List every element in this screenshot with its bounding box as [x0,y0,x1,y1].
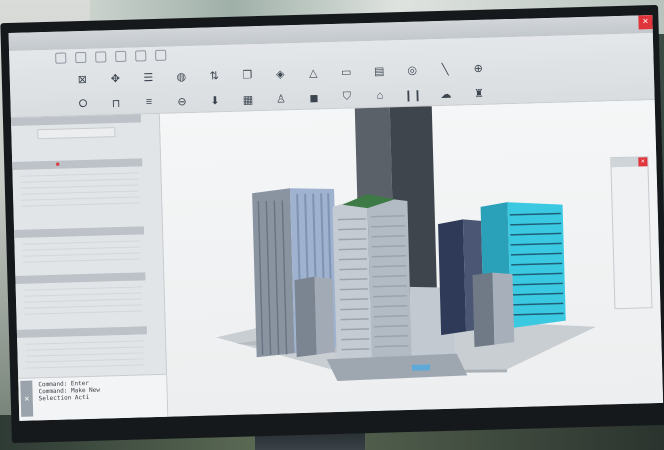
search-icon[interactable] [155,49,167,61]
panel-section-header[interactable] [16,326,148,338]
redo-icon[interactable] [115,50,127,63]
palette-item[interactable] [616,169,644,170]
central-building [332,196,373,369]
command-history: Command: Enter Command: Make New Selecti… [38,380,100,403]
palette-item[interactable] [616,169,644,170]
city-model [216,103,596,381]
globe-icon[interactable]: ⊖ [165,93,198,110]
ribbon-command[interactable] [524,65,561,79]
quick-access-toolbar [55,49,167,64]
grid-icon[interactable]: ▦ [231,91,264,108]
select-icon[interactable]: ⊠ [66,71,99,88]
undo-icon[interactable] [95,51,107,63]
palette-item[interactable] [616,169,644,170]
stack-icon[interactable]: ☰ [132,69,165,86]
ribbon-command[interactable] [598,62,654,77]
cloud-icon[interactable]: ☁ [429,85,462,102]
command-line[interactable]: × Command: Enter Command: Make New Selec… [18,373,168,421]
panel-section-header[interactable] [15,272,146,284]
tower-icon[interactable]: ♜ [462,84,495,101]
palette-item[interactable] [616,169,644,170]
palette-item[interactable] [616,169,644,170]
main-menu [59,33,155,36]
3d-viewport[interactable]: × [159,100,664,417]
ribbon-command[interactable] [561,83,598,97]
palette-list [612,166,648,173]
ribbon-command[interactable] [560,45,597,59]
ribbon-command[interactable] [598,82,654,97]
arrow-down-icon[interactable]: ⬇ [198,92,231,109]
tool-row-1: ⊠ ✥ ☰ ◍ ⇅ ❐ ◈ △ ▭ ▤ ◎ ╲ ⊕ [66,59,495,87]
circle-icon[interactable]: ◎ [396,61,429,78]
print-icon[interactable] [135,50,147,62]
ribbon-command[interactable] [561,64,598,78]
split-icon[interactable]: ≡ [132,94,165,111]
screen: × ⊠ ✥ ☰ ◍ ⇅ ❐ ◈ △ ▭ ▤ ◎ ╲ ⊕ ⭘ ⊓ ≡ ⊖ ⬇ ▦ … [8,15,664,421]
palette-item[interactable] [616,169,644,170]
layers-icon[interactable]: ◈ [264,65,297,82]
monitor: × ⊠ ✥ ☰ ◍ ⇅ ❐ ◈ △ ▭ ▤ ◎ ╲ ⊕ ⭘ ⊓ ≡ ⊖ ⬇ ▦ … [0,4,664,444]
user-icon[interactable]: ♙ [264,90,297,107]
panel-rows [25,340,144,373]
palette-item[interactable] [616,169,644,170]
palette-item[interactable] [616,169,644,170]
house-icon[interactable]: ⌂ [363,87,396,104]
floating-palette: × [610,156,653,310]
panel-rows [20,172,140,211]
rotate-icon[interactable]: ⭘ [66,96,99,113]
close-window-button[interactable]: × [638,15,653,30]
panel-rows [22,240,141,267]
ribbon-command[interactable] [524,84,561,98]
palette-item[interactable] [616,169,644,170]
palette-item[interactable] [616,169,644,170]
palette-item[interactable] [616,169,644,170]
copy-icon[interactable]: ❐ [231,66,264,83]
shield-icon[interactable]: ⛉ [330,88,363,105]
page-icon[interactable]: ▤ [363,62,396,79]
close-command-icon[interactable]: × [20,380,34,417]
dark-building [438,219,467,336]
palette-item[interactable] [616,169,644,170]
panel-rows [23,286,143,319]
palette-item[interactable] [616,169,644,170]
palette-item[interactable] [616,169,644,170]
frame-icon[interactable]: ⊓ [99,95,132,112]
open-icon[interactable] [75,51,87,64]
line-icon[interactable]: ╲ [428,60,461,77]
ribbon-command[interactable] [523,46,560,60]
palette-title-bar[interactable]: × [611,157,648,168]
palette-item[interactable] [616,169,644,170]
status-indicator [56,162,60,166]
align-icon[interactable]: ⇅ [198,67,231,84]
panel-section-header[interactable] [14,226,145,238]
move-icon[interactable]: ✥ [99,70,132,87]
panel-search-input[interactable] [37,127,116,140]
cube-icon[interactable]: ◼ [297,89,330,106]
triangle-icon[interactable]: △ [297,64,330,81]
columns-icon[interactable]: ❙❙ [396,86,429,103]
palette-item[interactable] [616,169,644,170]
ribbon-command[interactable] [597,43,653,58]
properties-panel: × Command: Enter Command: Make New Selec… [10,113,169,421]
save-icon[interactable] [55,52,67,64]
command-history-line: Selection Acti [38,393,90,403]
box-icon[interactable]: ▭ [330,63,363,80]
target-icon[interactable]: ⊕ [461,59,494,76]
ribbon-right-commands [523,43,654,99]
sphere-icon[interactable]: ◍ [165,68,198,85]
close-palette-button[interactable]: × [638,157,648,167]
panel-section-header[interactable] [12,158,143,170]
